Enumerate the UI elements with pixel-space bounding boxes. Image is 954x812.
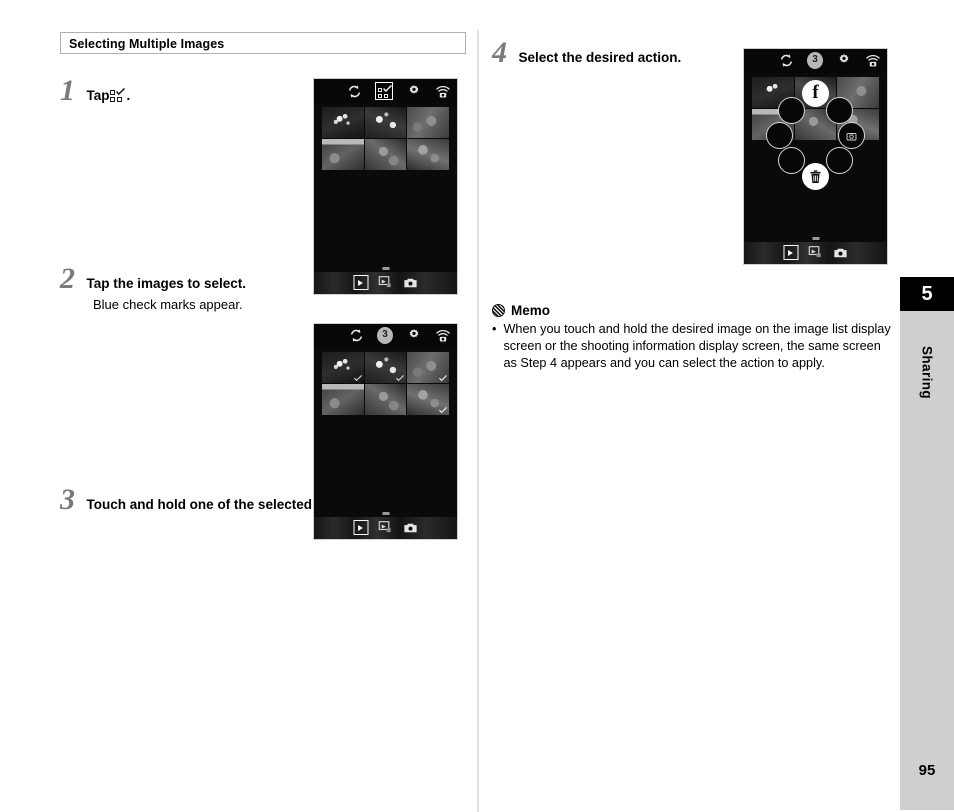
check-mark-icon	[396, 375, 405, 382]
chapter-number-badge: 5	[900, 277, 954, 311]
radial-action-menu: f	[744, 49, 887, 264]
tab-notch-icon	[812, 237, 819, 240]
step-1-number: 1	[60, 74, 75, 107]
memo-header: Memo	[492, 303, 892, 318]
wifi-camera-icon[interactable]	[435, 327, 451, 343]
playback-icon[interactable]	[353, 275, 368, 290]
screen-bottombar	[314, 512, 457, 539]
bottombar-icons	[353, 520, 418, 535]
thumbnail-grid	[322, 352, 449, 415]
step-1-title-prefix: Tap	[86, 88, 110, 103]
camera-icon[interactable]	[833, 245, 848, 260]
memo-item-text: When you touch and hold the desired imag…	[503, 322, 891, 370]
check-mark-icon	[116, 88, 126, 95]
gallery-icon[interactable]	[808, 245, 823, 260]
page-number: 95	[918, 762, 936, 779]
screen-bottombar	[314, 267, 457, 294]
tab-notch-icon	[382, 512, 389, 515]
grid-check-glyph	[377, 84, 392, 98]
action-lower-left[interactable]	[778, 147, 805, 174]
tab-notch-icon	[382, 267, 389, 270]
action-mid-right[interactable]	[838, 122, 865, 149]
step-1-title-suffix: .	[126, 88, 131, 103]
sync-icon[interactable]	[348, 327, 364, 343]
chapter-label: Sharing	[919, 346, 935, 400]
memo-item: • When you touch and hold the desired im…	[492, 321, 892, 372]
gear-icon[interactable]	[406, 327, 422, 343]
memo-block: Memo • When you touch and hold the desir…	[492, 303, 892, 372]
memo-icon	[492, 304, 505, 317]
memo-title: Memo	[511, 303, 551, 318]
check-mark-icon	[382, 84, 392, 92]
trash-icon	[810, 169, 821, 183]
playback-icon[interactable]	[783, 245, 798, 260]
gallery-icon[interactable]	[378, 520, 393, 535]
memo-bullet: •	[492, 322, 497, 336]
topbar-icons: 3	[348, 326, 451, 344]
thumbnail-item[interactable]	[322, 139, 364, 170]
selected-count-value: 3	[377, 326, 393, 344]
step-4-title: Select the desired action.	[518, 50, 682, 65]
thumbnail-grid	[322, 107, 449, 170]
thumbnail-item[interactable]	[364, 384, 407, 415]
screenshot-step-1	[313, 78, 458, 295]
camera-icon[interactable]	[403, 275, 418, 290]
action-upper-right[interactable]	[826, 97, 853, 124]
thumbnail-item[interactable]	[364, 107, 407, 138]
topbar-icons	[346, 82, 451, 100]
step-2-title: Tap the images to select.	[86, 276, 247, 291]
camera-icon[interactable]	[403, 520, 418, 535]
section-header: Selecting Multiple Images	[60, 32, 466, 54]
playback-icon[interactable]	[353, 520, 368, 535]
gallery-icon[interactable]	[378, 275, 393, 290]
thumbnail-item[interactable]	[364, 352, 407, 383]
thumbnail-item[interactable]	[322, 384, 364, 415]
thumbnail-item[interactable]	[407, 139, 449, 170]
grid-check-icon	[110, 88, 126, 102]
step-3-number: 3	[60, 483, 75, 517]
step-2-subtitle: Blue check marks appear.	[93, 297, 243, 312]
sync-icon[interactable]	[346, 83, 362, 99]
check-mark-icon	[439, 407, 447, 414]
thumbnail-item[interactable]	[322, 352, 364, 383]
screen-topbar	[314, 79, 457, 103]
check-mark-icon	[353, 375, 362, 382]
screenshot-step-2: 3	[313, 323, 458, 540]
action-lower-right[interactable]	[826, 147, 853, 174]
action-upper-left[interactable]	[778, 97, 805, 124]
screen-bottombar	[744, 237, 887, 264]
check-mark-icon	[439, 375, 447, 382]
action-facebook[interactable]: f	[802, 80, 829, 107]
gear-icon[interactable]	[406, 83, 422, 99]
column-divider	[477, 30, 479, 812]
manual-page: Selecting Multiple Images 1 Tap . 2 Tap …	[0, 0, 954, 812]
action-mid-left[interactable]	[766, 122, 793, 149]
screen-topbar: 3	[314, 324, 457, 348]
thumbnail-item[interactable]	[364, 139, 407, 170]
camera-lock-icon	[846, 132, 857, 141]
facebook-icon: f	[812, 82, 819, 103]
thumbnail-item[interactable]	[407, 107, 449, 138]
step-2-number: 2	[60, 262, 75, 295]
bottombar-icons	[353, 275, 418, 290]
selected-count-badge[interactable]: 3	[377, 326, 393, 344]
grid-check-icon[interactable]	[375, 82, 393, 100]
thumbnail-item[interactable]	[407, 384, 449, 415]
screenshot-step-4: 3 f	[743, 48, 888, 265]
wifi-camera-icon[interactable]	[435, 83, 451, 99]
thumbnail-item[interactable]	[322, 107, 364, 138]
memo-list: • When you touch and hold the desired im…	[492, 321, 892, 372]
thumbnail-item[interactable]	[407, 352, 449, 383]
step-4-number: 4	[492, 36, 507, 69]
bottombar-icons	[783, 245, 848, 260]
action-delete[interactable]	[802, 163, 829, 190]
step-1-title: Tap .	[86, 88, 130, 103]
